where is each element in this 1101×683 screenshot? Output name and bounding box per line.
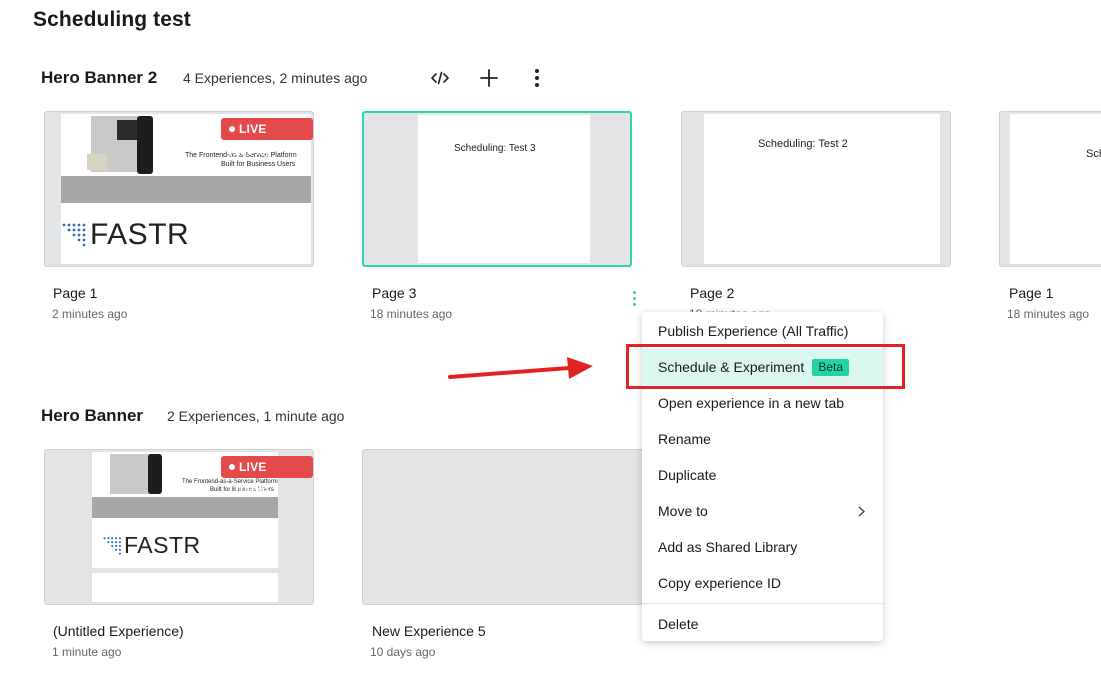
live-badge: LIVE (100%) [221,456,313,496]
preview-divider [92,568,278,573]
card-title[interactable]: Page 3 [372,285,416,301]
card-timestamp: 1 minute ago [52,645,122,659]
fastr-logo: FASTR [61,218,189,252]
preview-image [148,454,162,494]
card-timestamp: 10 days ago [370,645,436,659]
experience-card[interactable] [362,449,662,605]
card-timestamp: 18 minutes ago [370,307,453,321]
more-vertical-icon[interactable] [526,67,548,89]
card-timestamp: 2 minutes ago [52,307,128,321]
preview-band [92,497,278,518]
preview-band [61,176,311,203]
card-preview: Scheduling: Test 2 [704,114,940,264]
preview-caption: Sch [1086,148,1101,160]
fastr-logo-text: FASTR [90,218,190,251]
menu-item-duplicate[interactable]: Duplicate [642,457,883,493]
card-timestamp: 18 minutes ago [1007,307,1090,321]
card-title[interactable]: Page 2 [690,285,734,301]
menu-item-rename[interactable]: Rename [642,421,883,457]
card-title[interactable]: New Experience 5 [372,623,486,639]
experience-card-selected[interactable]: Scheduling: Test 3 [362,111,632,267]
card-more-icon[interactable] [631,289,638,308]
menu-item-open-new-tab[interactable]: Open experience in a new tab [642,385,883,421]
code-icon[interactable] [429,67,451,89]
group-meta: 4 Experiences, 2 minutes ago [183,70,368,86]
preview-text: Built for Business Users [221,161,296,168]
fastr-mark-icon [103,536,121,555]
menu-item-delete[interactable]: Delete [642,606,883,642]
group-meta: 2 Experiences, 1 minute ago [167,408,345,424]
plus-icon[interactable] [478,67,500,89]
card-title[interactable]: Page 1 [53,285,97,301]
menu-item-add-shared-library[interactable]: Add as Shared Library [642,529,883,565]
annotation-arrow-icon [448,357,593,379]
card-preview: Scheduling: Test 3 [418,115,590,263]
fastr-logo: FASTR [102,532,201,559]
menu-item-label: Move to [658,503,708,519]
preview-caption: Scheduling: Test 2 [758,138,848,150]
experience-card[interactable]: The Frontend-as-a-Service Platform Built… [44,449,314,605]
menu-item-move-to[interactable]: Move to [642,493,883,529]
card-title[interactable]: Page 1 [1009,285,1053,301]
group-title: Hero Banner [41,406,144,425]
annotation-highlight-box [626,344,905,389]
live-badge: LIVE (100%) [221,118,313,158]
card-preview: Sch [1010,114,1101,264]
fastr-logo-text: FASTR [124,532,201,558]
menu-item-copy-id[interactable]: Copy experience ID [642,565,883,601]
fastr-mark-icon [62,223,86,247]
chevron-right-icon [858,506,865,517]
group-title: Hero Banner 2 [41,68,158,87]
preview-image [87,154,107,170]
experience-card[interactable]: The Frontend-as-a-Service Platform Built… [44,111,314,267]
preview-caption: Scheduling: Test 3 [454,143,536,154]
experience-card[interactable]: Scheduling: Test 2 [681,111,951,267]
preview-image [110,454,152,494]
page-title: Scheduling test [33,8,191,31]
menu-divider [642,603,883,604]
experience-card[interactable]: Sch [999,111,1101,267]
card-title[interactable]: (Untitled Experience) [53,623,184,639]
